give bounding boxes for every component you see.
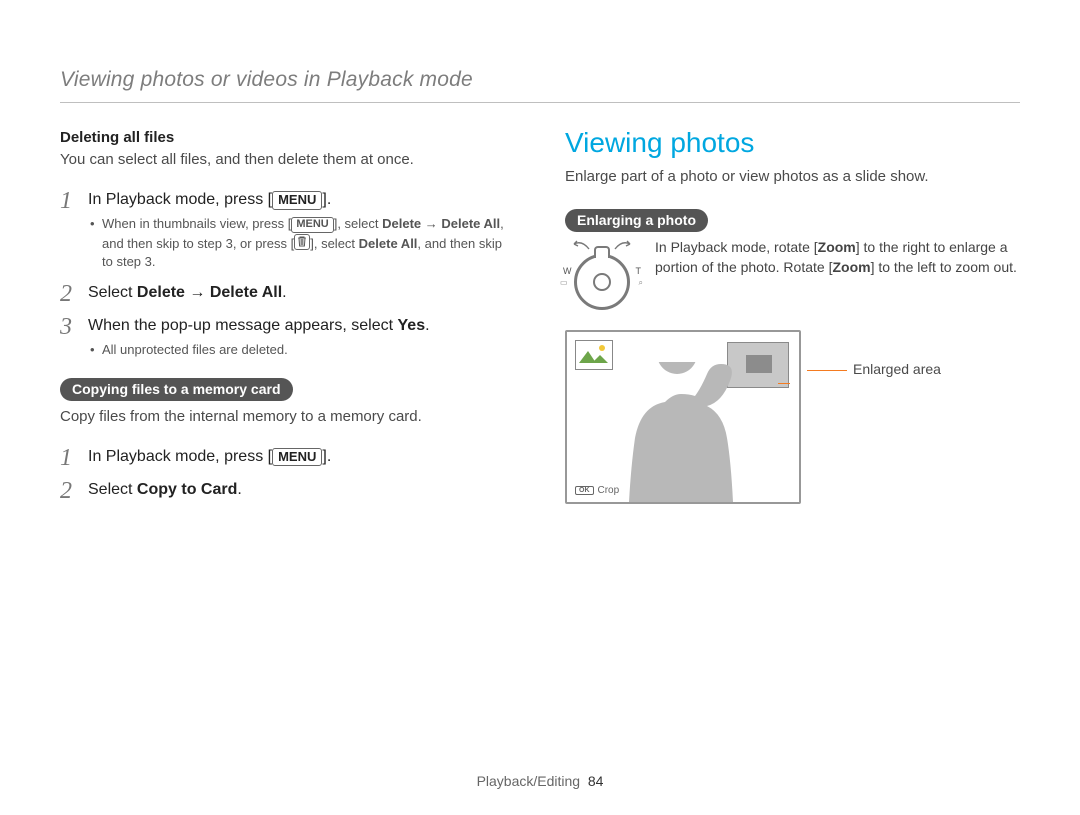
crop-label: Crop — [598, 485, 620, 496]
zoom-text: ] to the left to zoom out. — [871, 259, 1017, 275]
sub-text: ], select — [334, 216, 382, 231]
callout-connector — [807, 370, 847, 371]
step-1-sub: When in thumbnails view, press [MENU], s… — [88, 215, 515, 271]
copy-description: Copy files from the internal memory to a… — [60, 407, 515, 427]
step-text: . — [282, 284, 286, 301]
step-text: In Playback mode, press [ — [88, 191, 272, 208]
person-silhouette — [601, 362, 761, 502]
page-footer: Playback/Editing 84 — [0, 773, 1080, 789]
zoom-instruction-row: W T ▭ ⌕ In Playback mode, rotate [Zoom] … — [565, 238, 1020, 310]
sub-bullet: When in thumbnails view, press [MENU], s… — [88, 215, 515, 271]
step-3-sub: All unprotected files are deleted. — [88, 341, 515, 359]
delete-all-description: You can select all files, and then delet… — [60, 150, 515, 170]
sub-bold: Delete All — [359, 236, 418, 251]
menu-button-icon: MENU — [291, 217, 333, 233]
step-text: ]. — [322, 448, 331, 465]
copy-steps: In Playback mode, press [MENU]. Select C… — [60, 445, 515, 501]
footer-page-number: 84 — [588, 773, 604, 789]
step-text: Select — [88, 481, 137, 498]
preview-row: OK Crop Enlarged area — [565, 330, 1020, 504]
content-columns: Deleting all files You can select all fi… — [60, 129, 1020, 515]
zoom-bold: Zoom — [818, 239, 856, 255]
dial-tele-icon: ⌕ — [639, 278, 643, 288]
step-2: Select Delete → Delete All. — [60, 281, 515, 304]
step-3: When the pop-up message appears, select … — [60, 314, 515, 359]
zoom-dial-icon: W T ▭ ⌕ — [565, 238, 639, 310]
step-bold: Copy to Card — [137, 481, 237, 498]
menu-button-icon: MENU — [272, 191, 322, 209]
dial-wide-icon: ▭ — [560, 278, 568, 288]
step-text: . — [425, 317, 429, 334]
step-text: ]. — [322, 191, 331, 208]
menu-button-icon: MENU — [272, 448, 322, 466]
step-text: . — [237, 481, 241, 498]
step-2: Select Copy to Card. — [60, 478, 515, 501]
sub-bold: Delete → Delete All — [382, 216, 500, 231]
left-column: Deleting all files You can select all fi… — [60, 129, 515, 515]
zoom-bold: Zoom — [832, 259, 870, 275]
dial-w-label: W — [563, 266, 572, 276]
manual-page: Viewing photos or videos in Playback mod… — [0, 0, 1080, 815]
pill-enlarge: Enlarging a photo — [565, 209, 708, 232]
zoom-text: In Playback mode, rotate [ — [655, 239, 818, 255]
zoom-instruction-text: In Playback mode, rotate [Zoom] to the r… — [655, 238, 1020, 277]
step-bold: Delete → Delete All — [137, 284, 282, 301]
sub-bullet: All unprotected files are deleted. — [88, 341, 515, 359]
arrow-cw-icon — [613, 240, 633, 250]
callout-enlarged-area: Enlarged area — [853, 361, 941, 377]
sub-text: When in thumbnails view, press [ — [102, 216, 291, 231]
dial-t-label: T — [636, 266, 642, 276]
trash-icon — [294, 234, 310, 250]
section-description: Enlarge part of a photo or view photos a… — [565, 167, 1020, 187]
step-text: When the pop-up message appears, select — [88, 317, 398, 334]
arrow-ccw-icon — [571, 240, 591, 250]
crop-label-row: OK Crop — [575, 485, 619, 496]
camera-screen-illustration: OK Crop — [565, 330, 801, 504]
step-1: In Playback mode, press [MENU]. When in … — [60, 188, 515, 271]
footer-section: Playback/Editing — [477, 773, 581, 789]
section-heading: Viewing photos — [565, 127, 1020, 159]
breadcrumb: Viewing photos or videos in Playback mod… — [60, 68, 1020, 103]
step-text: In Playback mode, press [ — [88, 448, 272, 465]
ok-key-icon: OK — [575, 486, 594, 495]
step-bold: Yes — [398, 317, 426, 334]
step-text: Select — [88, 284, 137, 301]
heading-delete-all: Deleting all files — [60, 129, 515, 146]
step-1: In Playback mode, press [MENU]. — [60, 445, 515, 468]
sub-text: ], select — [310, 236, 358, 251]
delete-all-steps: In Playback mode, press [MENU]. When in … — [60, 188, 515, 359]
pill-copy-card: Copying files to a memory card — [60, 378, 293, 401]
right-column: Viewing photos Enlarge part of a photo o… — [565, 129, 1020, 515]
